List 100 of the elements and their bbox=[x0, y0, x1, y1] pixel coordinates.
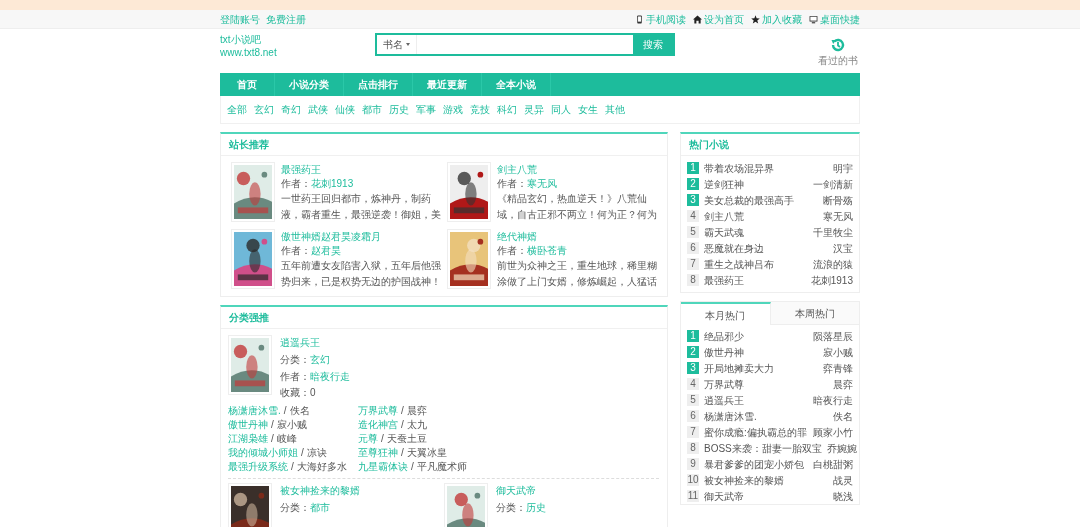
tab[interactable]: 本周热门 bbox=[770, 302, 859, 325]
book-title[interactable]: 傲世丹神 bbox=[704, 344, 818, 360]
book-title[interactable]: 绝品邪少 bbox=[704, 328, 808, 344]
category-link[interactable]: 科幻 bbox=[497, 102, 517, 117]
author-name[interactable]: 陨落星辰 bbox=[813, 328, 853, 344]
nav-link[interactable]: 小说分类 bbox=[275, 73, 344, 96]
book-title[interactable]: 御天武帝 bbox=[495, 483, 546, 499]
author-name[interactable]: 千里牧尘 bbox=[813, 224, 853, 240]
book-title[interactable]: 杨潇唐沐雪. bbox=[704, 408, 828, 424]
book-title[interactable]: 美女总裁的最强高手 bbox=[704, 192, 818, 208]
book-title[interactable]: 傲世神婿赵君昊凌霜月 bbox=[281, 229, 445, 244]
author-name[interactable]: 白桃甜粥 bbox=[813, 456, 853, 472]
category-link[interactable]: 历史 bbox=[389, 102, 409, 117]
category-link[interactable]: 奇幻 bbox=[281, 102, 301, 117]
book-link[interactable]: 我的倾城小师姐 bbox=[228, 447, 298, 458]
book-title[interactable]: 开局地摊卖大力 bbox=[704, 360, 818, 376]
book-title[interactable]: 恶魔就在身边 bbox=[704, 240, 828, 256]
category-link[interactable]: 玄幻 bbox=[310, 354, 330, 365]
author-name[interactable]: 流浪的猿 bbox=[813, 256, 853, 272]
history-link[interactable]: 看过的书 bbox=[818, 53, 858, 68]
top-link[interactable]: 免费注册 bbox=[266, 13, 306, 25]
top-link[interactable]: 加入收藏 bbox=[762, 11, 802, 27]
rank-number: 3 bbox=[687, 362, 699, 374]
site-url[interactable]: www.txt8.net bbox=[220, 46, 290, 59]
author-link[interactable]: 花刺1913 bbox=[311, 178, 354, 189]
book-link[interactable]: 万界武尊 bbox=[358, 405, 398, 416]
author-link[interactable]: 寒无风 bbox=[527, 178, 557, 189]
category-link[interactable]: 游戏 bbox=[443, 102, 463, 117]
author-name[interactable]: 寂小贼 bbox=[823, 344, 853, 360]
category-link[interactable]: 武侠 bbox=[308, 102, 328, 117]
author-link[interactable]: 赵君昊 bbox=[311, 245, 341, 256]
book-link[interactable]: 傲世丹神 bbox=[228, 419, 268, 430]
author-name[interactable]: 战灵 bbox=[833, 472, 853, 488]
nav-link[interactable]: 首页 bbox=[220, 73, 275, 96]
author-name[interactable]: 乔婉婉 bbox=[826, 440, 857, 456]
category-link[interactable]: 都市 bbox=[362, 102, 382, 117]
nav-link[interactable]: 全本小说 bbox=[482, 73, 551, 96]
book-link[interactable]: 江湖枭雄 bbox=[228, 433, 268, 444]
book-title[interactable]: 被女神捡来的黎婿 bbox=[704, 472, 828, 488]
author-name[interactable]: 晓浅 bbox=[833, 488, 853, 504]
author-name[interactable]: 花刺1913 bbox=[810, 272, 853, 288]
author-name[interactable]: 断骨殇 bbox=[823, 192, 853, 208]
book-link[interactable]: 最强升级系统 bbox=[228, 461, 288, 472]
category-link[interactable]: 军事 bbox=[416, 102, 436, 117]
author-link[interactable]: 横卧苍青 bbox=[527, 245, 567, 256]
book-title[interactable]: 逍遥兵王 bbox=[280, 335, 350, 351]
book-title[interactable]: 剑主八荒 bbox=[497, 162, 661, 177]
rank-number: 6 bbox=[687, 242, 699, 254]
book-title[interactable]: 蜜你成瘾:偏执霸总的罪 bbox=[704, 424, 808, 440]
book-title[interactable]: 被女神捡来的黎婿 bbox=[280, 483, 360, 499]
nav-link[interactable]: 最近更新 bbox=[413, 73, 482, 96]
book-link[interactable]: 九星霸体诀 bbox=[358, 461, 408, 472]
book-title[interactable]: 重生之战神吕布 bbox=[704, 256, 808, 272]
book-title[interactable]: 逍遥兵王 bbox=[704, 392, 808, 408]
book-title[interactable]: 带着农场混异界 bbox=[704, 160, 828, 176]
category-link[interactable]: 全部 bbox=[227, 102, 247, 117]
author-name[interactable]: 汉宝 bbox=[833, 240, 853, 256]
book-title[interactable]: 御天武帝 bbox=[704, 488, 828, 504]
author-label: 作者： bbox=[280, 371, 310, 382]
category-link[interactable]: 历史 bbox=[525, 502, 546, 513]
category-link[interactable]: 都市 bbox=[310, 502, 330, 513]
book-title[interactable]: 万界武尊 bbox=[704, 376, 828, 392]
category-link[interactable]: 灵异 bbox=[524, 102, 544, 117]
author-name[interactable]: 明宇 bbox=[833, 160, 853, 176]
top-link[interactable]: 手机阅读 bbox=[646, 11, 686, 27]
book-title[interactable]: 霸天武魂 bbox=[704, 224, 808, 240]
author-name[interactable]: 暗夜行走 bbox=[813, 392, 853, 408]
tab[interactable]: 本月热门 bbox=[681, 302, 771, 325]
author-name[interactable]: 晨弈 bbox=[833, 376, 853, 392]
category-link[interactable]: 竞技 bbox=[470, 102, 490, 117]
book-title[interactable]: 逆剑狂神 bbox=[704, 176, 808, 192]
book-title[interactable]: BOSS来袭：甜妻一胎双宝 bbox=[704, 440, 822, 456]
book-title[interactable]: 暴君爹爹的团宠小娇包 bbox=[704, 456, 808, 472]
category-link[interactable]: 玄幻 bbox=[254, 102, 274, 117]
top-link[interactable]: 桌面快捷 bbox=[820, 11, 860, 27]
category-link[interactable]: 女生 bbox=[578, 102, 598, 117]
book-title[interactable]: 绝代神婿 bbox=[497, 229, 661, 244]
author-link[interactable]: 暗夜行走 bbox=[310, 371, 350, 382]
book-link[interactable]: 杨潇唐沐雪. bbox=[228, 405, 281, 416]
book-link[interactable]: 元尊 bbox=[358, 433, 378, 444]
top-link[interactable]: 登陆账号 bbox=[220, 13, 260, 25]
author-name[interactable]: 寒无风 bbox=[823, 208, 853, 224]
category-link[interactable]: 仙侠 bbox=[335, 102, 355, 117]
book-title[interactable]: 最强药王 bbox=[281, 162, 445, 177]
book-link[interactable]: 造化神宫 bbox=[358, 419, 398, 430]
book-title[interactable]: 剑主八荒 bbox=[704, 208, 818, 224]
category-link[interactable]: 其他 bbox=[605, 102, 625, 117]
site-logo[interactable]: txt小说吧 bbox=[220, 33, 290, 46]
separator: / bbox=[301, 447, 304, 458]
rank-number: 7 bbox=[687, 258, 699, 270]
author-name[interactable]: 顾家小竹 bbox=[813, 424, 853, 440]
book-link[interactable]: 至尊狂神 bbox=[358, 447, 398, 458]
book-title[interactable]: 最强药王 bbox=[704, 272, 806, 288]
author-name[interactable]: 弈青锋 bbox=[823, 360, 853, 376]
nav-link[interactable]: 点击排行 bbox=[344, 73, 413, 96]
author-name[interactable]: 佚名 bbox=[833, 408, 853, 424]
top-link[interactable]: 设为首页 bbox=[704, 11, 744, 27]
author-name[interactable]: 一剑清新 bbox=[813, 176, 853, 192]
favorites-count: 收藏：0 bbox=[280, 386, 317, 400]
category-link[interactable]: 同人 bbox=[551, 102, 571, 117]
